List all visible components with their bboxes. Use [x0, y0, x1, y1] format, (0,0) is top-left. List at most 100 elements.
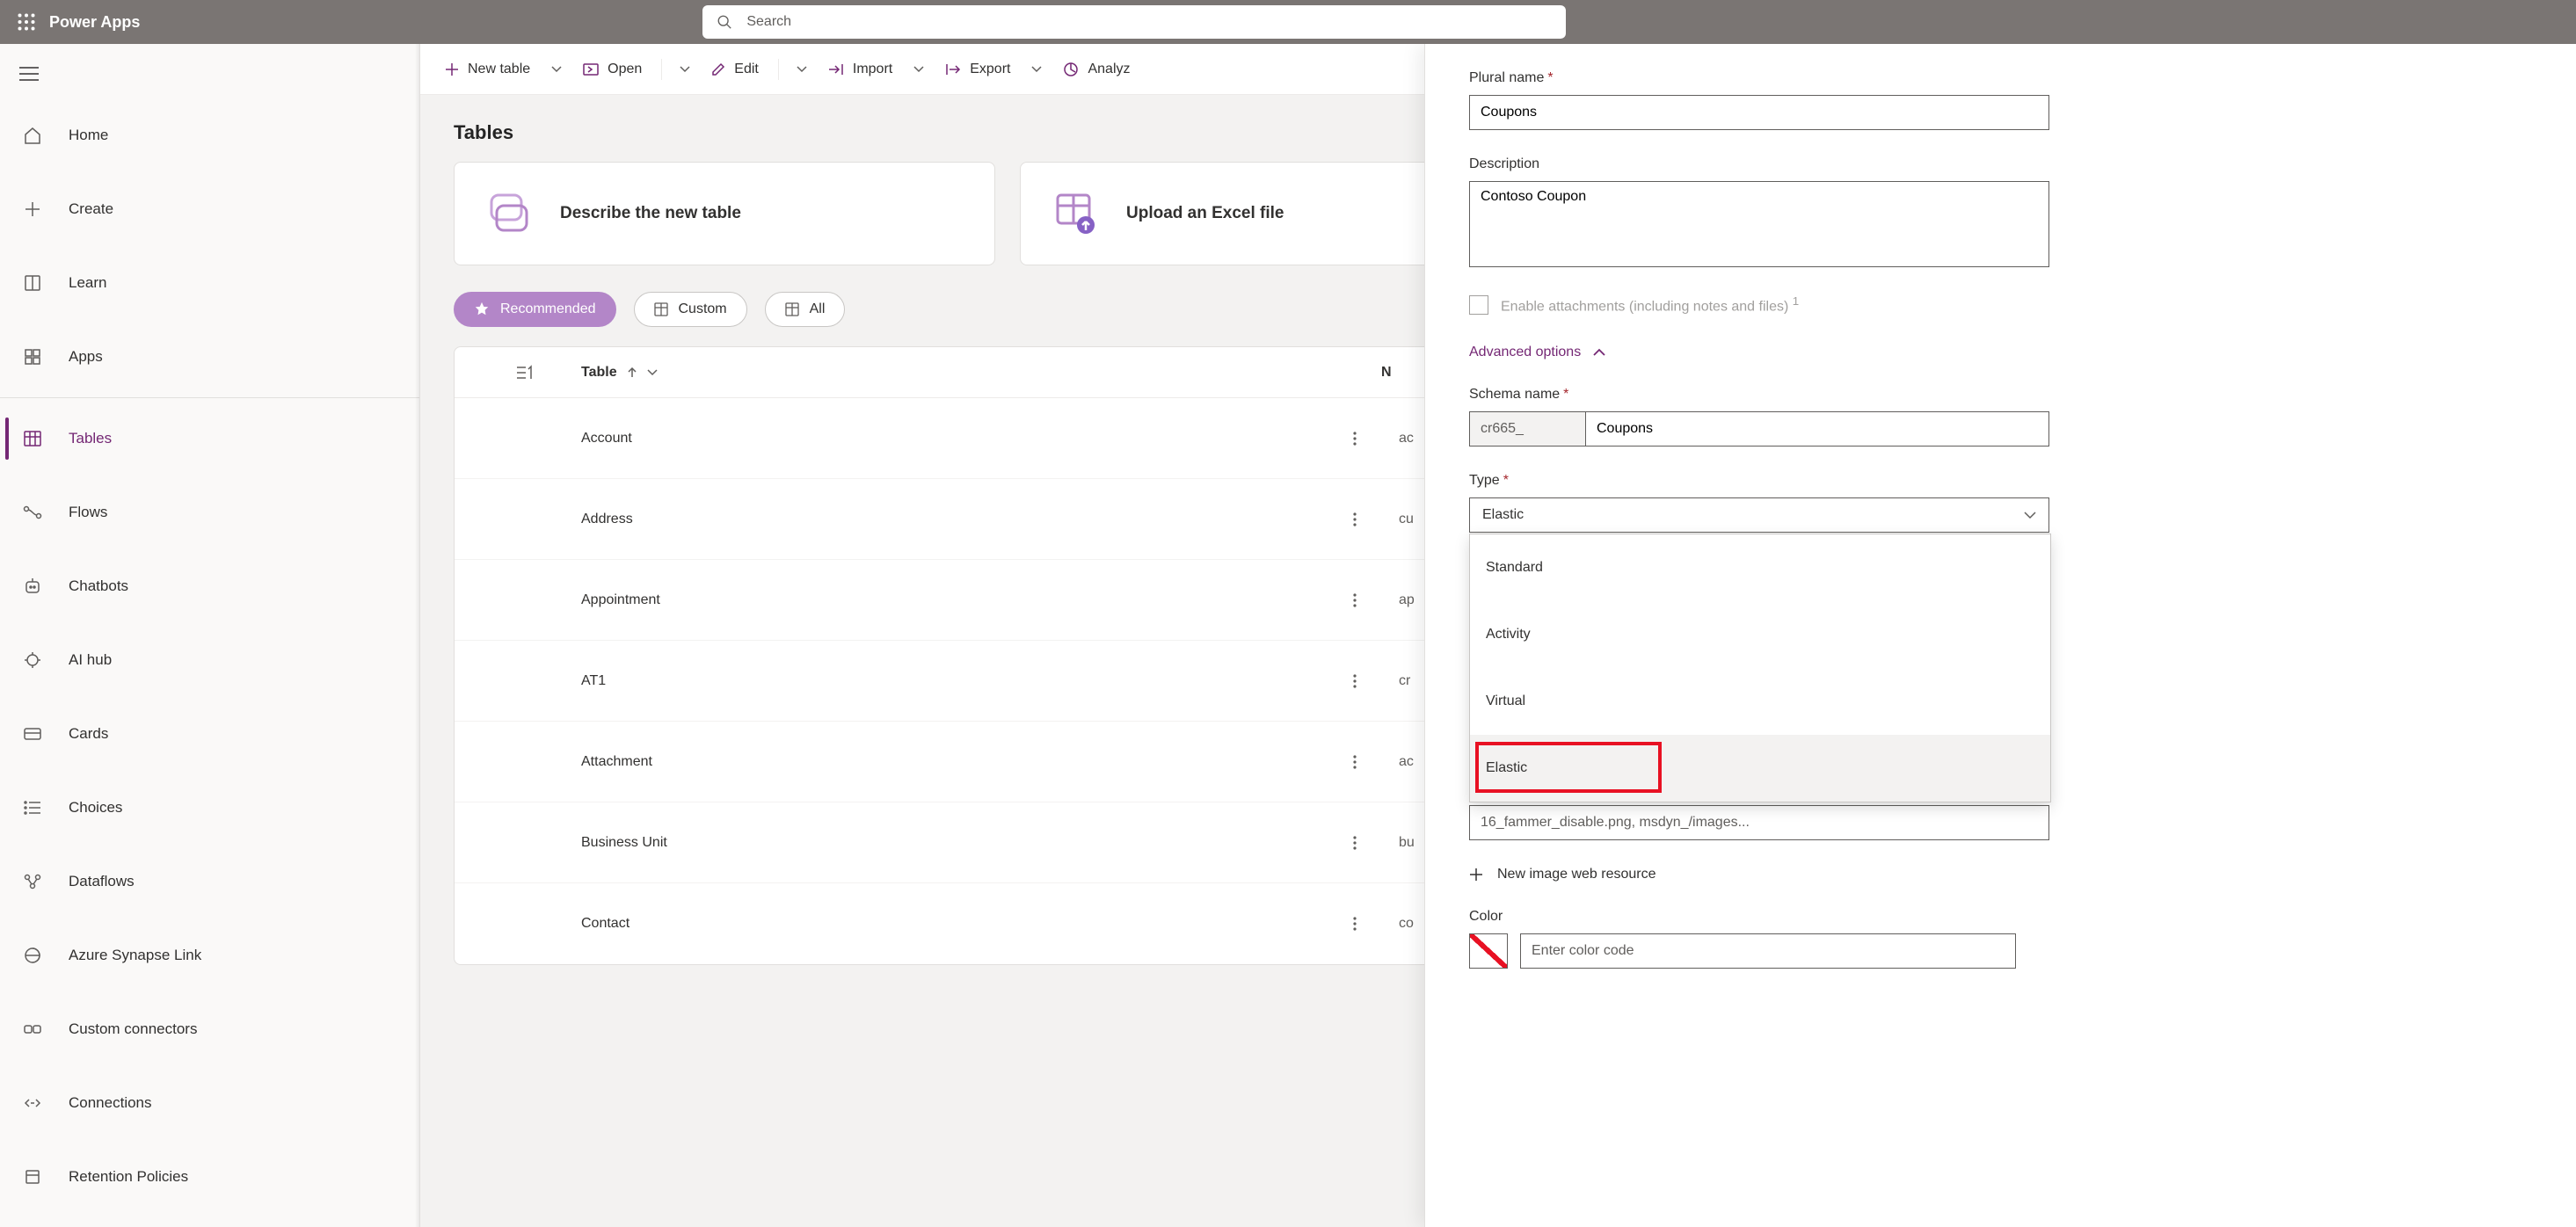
row-more-button[interactable] — [1337, 432, 1372, 446]
open-chevron[interactable] — [673, 56, 697, 83]
row-more-button[interactable] — [1337, 755, 1372, 769]
checkbox-icon — [1469, 295, 1488, 315]
cards-icon — [21, 722, 44, 745]
row-more-button[interactable] — [1337, 593, 1372, 607]
filter-all-label: All — [810, 301, 826, 317]
nav-item-choices[interactable]: Choices — [0, 771, 419, 845]
top-bar: Power Apps — [0, 0, 2576, 44]
app-launcher-icon[interactable] — [11, 6, 42, 38]
search-icon — [717, 14, 732, 30]
nav-item-custom-connectors[interactable]: Custom connectors — [0, 992, 419, 1066]
schema-name-input[interactable]: cr665_ — [1469, 411, 2049, 447]
nav-item-tables[interactable]: Tables — [0, 402, 419, 476]
color-code-input[interactable] — [1520, 933, 2016, 969]
table-row-name: Address — [572, 512, 1337, 527]
table-icon — [785, 302, 799, 316]
plural-name-input[interactable] — [1469, 95, 2049, 130]
schema-name-label: Schema name* — [1469, 387, 2532, 403]
nav-item-apps[interactable]: Apps — [0, 320, 419, 394]
nav-item-home[interactable]: Home — [0, 98, 419, 172]
plus-icon — [445, 62, 459, 76]
edit-button[interactable]: Edit — [702, 54, 768, 84]
schema-name-field[interactable] — [1585, 411, 2049, 447]
nav-item-dataflows[interactable]: Dataflows — [0, 845, 419, 918]
filter-all[interactable]: All — [765, 292, 846, 327]
chevron-down-icon — [1031, 66, 1042, 73]
more-vertical-icon — [1353, 917, 1357, 931]
nav-item-label: Create — [69, 200, 113, 218]
main-content: New table Open Edit Import Exp — [420, 44, 2576, 1227]
book-icon — [21, 272, 44, 294]
row-more-button[interactable] — [1337, 674, 1372, 688]
type-option-elastic[interactable]: Elastic — [1470, 735, 2050, 802]
advanced-options-label: Advanced options — [1469, 345, 1581, 360]
type-dropdown: StandardActivityVirtualElastic — [1469, 534, 2051, 802]
sort-settings-icon[interactable] — [476, 365, 572, 381]
row-more-button[interactable] — [1337, 836, 1372, 850]
plus-icon — [1469, 868, 1483, 882]
pencil-icon — [711, 62, 725, 76]
chevron-down-icon — [680, 66, 690, 73]
image-path-input[interactable]: 16_fammer_disable.png, msdyn_/images... — [1469, 805, 2049, 840]
chevron-down-icon — [2024, 511, 2036, 519]
type-select[interactable]: Elastic StandardActivityVirtualElastic — [1469, 497, 2049, 533]
nav-item-cards[interactable]: Cards — [0, 697, 419, 771]
description-label: Description — [1469, 156, 2532, 172]
type-option-standard[interactable]: Standard — [1470, 534, 2050, 601]
sort-asc-icon — [628, 367, 637, 378]
describe-table-card[interactable]: Describe the new table — [454, 162, 995, 265]
column-header-table[interactable]: Table — [572, 365, 1337, 381]
open-button[interactable]: Open — [574, 54, 651, 84]
star-icon — [474, 301, 490, 317]
export-button[interactable]: Export — [936, 54, 1019, 84]
more-vertical-icon — [1353, 512, 1357, 526]
nav-item-learn[interactable]: Learn — [0, 246, 419, 320]
nav-item-flows[interactable]: Flows — [0, 476, 419, 549]
row-more-button[interactable] — [1337, 917, 1372, 931]
new-table-button[interactable]: New table — [436, 54, 539, 84]
filter-custom[interactable]: Custom — [634, 292, 747, 327]
dataflow-icon — [21, 870, 44, 893]
search-input[interactable] — [745, 13, 1552, 31]
filter-recommended[interactable]: Recommended — [454, 292, 616, 327]
chevron-down-icon — [647, 369, 658, 376]
analyze-button[interactable]: Analyz — [1054, 54, 1139, 84]
more-vertical-icon — [1353, 674, 1357, 688]
search-box[interactable] — [702, 5, 1566, 39]
nav-item-azure-synapse-link[interactable]: Azure Synapse Link — [0, 918, 419, 992]
nav-item-chatbots[interactable]: Chatbots — [0, 549, 419, 623]
nav-item-connections[interactable]: Connections — [0, 1066, 419, 1140]
choices-icon — [21, 796, 44, 819]
type-option-activity[interactable]: Activity — [1470, 601, 2050, 668]
new-table-panel: Plural name* Description Enable attachme… — [1424, 44, 2576, 1227]
nav-item-label: Connections — [69, 1094, 152, 1112]
import-button[interactable]: Import — [819, 54, 901, 84]
type-option-virtual[interactable]: Virtual — [1470, 668, 2050, 735]
new-image-resource-button[interactable]: New image web resource — [1469, 867, 2532, 882]
grid-icon — [21, 345, 44, 368]
export-label: Export — [970, 62, 1010, 77]
color-swatch[interactable] — [1469, 933, 1508, 969]
nav-item-retention-policies[interactable]: Retention Policies — [0, 1140, 419, 1214]
enable-attachments-label: Enable attachments (including notes and … — [1501, 299, 1788, 314]
enable-attachments-checkbox[interactable]: Enable attachments (including notes and … — [1469, 294, 2532, 315]
nav-item-label: Azure Synapse Link — [69, 947, 201, 964]
schema-prefix: cr665_ — [1469, 411, 1585, 447]
nav-collapse-button[interactable] — [0, 60, 419, 98]
nav-item-label: Apps — [69, 348, 103, 366]
left-nav: Home Create Learn Apps TablesFlowsChatbotsAI… — [0, 44, 420, 1227]
new-table-chevron[interactable] — [544, 56, 569, 83]
more-vertical-icon — [1353, 432, 1357, 446]
edit-label: Edit — [734, 62, 759, 77]
edit-chevron[interactable] — [790, 56, 814, 83]
import-chevron[interactable] — [906, 56, 931, 83]
retention-icon — [21, 1165, 44, 1188]
export-chevron[interactable] — [1024, 56, 1049, 83]
color-label: Color — [1469, 909, 2532, 925]
row-more-button[interactable] — [1337, 512, 1372, 526]
description-input[interactable] — [1469, 181, 2049, 267]
import-icon — [828, 63, 844, 76]
advanced-options-toggle[interactable]: Advanced options — [1469, 345, 2532, 360]
nav-item-create[interactable]: Create — [0, 172, 419, 246]
nav-item-ai-hub[interactable]: AI hub — [0, 623, 419, 697]
